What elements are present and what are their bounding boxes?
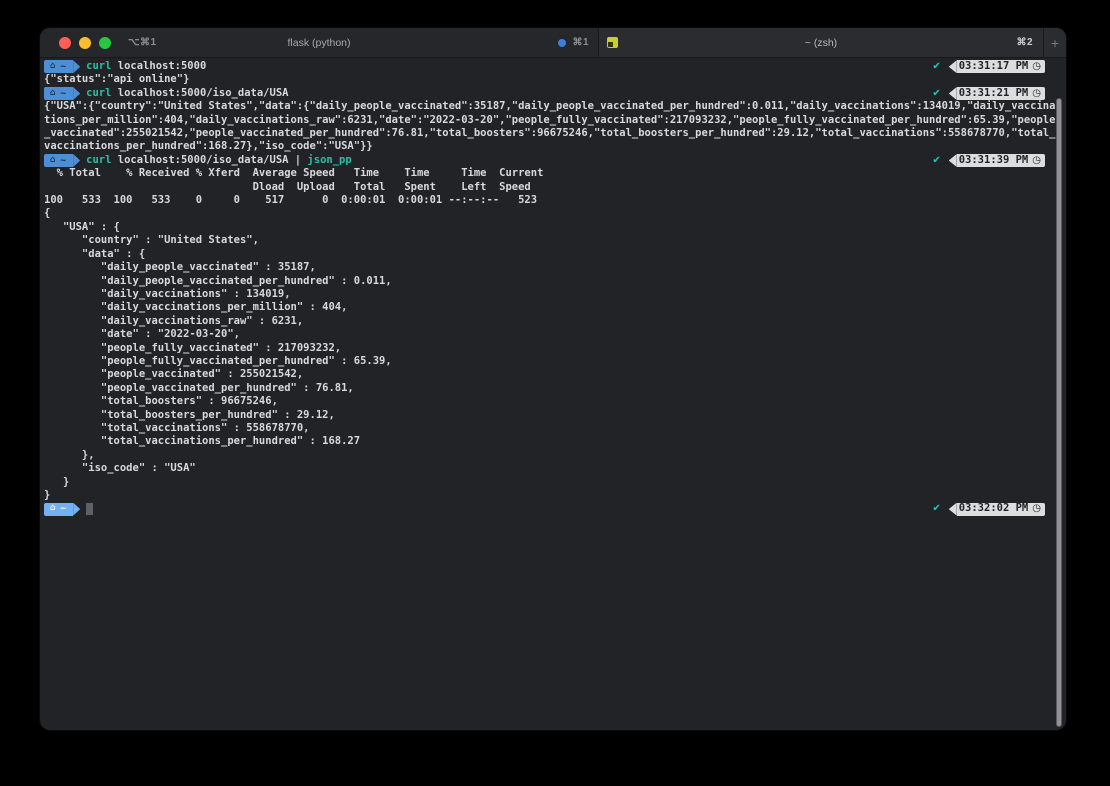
terminal-prompt-line: ⌂~ curl localhost:5000/iso_data/USA | js…	[44, 154, 1066, 167]
prompt-segment: ⌂~	[44, 60, 80, 73]
prompt-segment: ⌂~	[44, 503, 80, 516]
terminal-output-line: 100 533 100 533 0 0 517 0 0:00:01 0:00:0…	[44, 194, 1066, 207]
command-text: curl localhost:5000/iso_data/USA	[86, 87, 288, 100]
home-icon: ⌂	[50, 60, 55, 73]
clock-icon: ◷	[1032, 502, 1041, 515]
command-status: ✔ 03:31:21 PM◷	[932, 87, 1045, 100]
terminal-output-line: "total_boosters" : 96675246,	[44, 395, 1066, 408]
success-check-icon: ✔	[932, 87, 940, 100]
timestamp: 03:32:02 PM	[959, 502, 1029, 515]
powerline-arrow-icon	[73, 154, 80, 167]
tab-flask-shortcut-left: ⌥⌘1	[128, 37, 157, 48]
tab-zsh-title: ~ (zsh)	[599, 37, 1043, 49]
terminal-output-line: {"USA":{"country":"United States","data"…	[44, 100, 1066, 113]
prompt-path: ~	[60, 60, 66, 73]
clock-icon: ◷	[1032, 87, 1041, 100]
powerline-arrow-icon	[949, 503, 957, 516]
terminal-window: ⌥⌘1 flask (python) ⌘1 ~ (zsh) ⌘2 + ⌂~ cu…	[40, 28, 1066, 730]
powerline-arrow-icon	[73, 87, 80, 100]
timestamp: 03:31:17 PM	[959, 60, 1029, 73]
timestamp-segment: 03:32:02 PM◷	[949, 503, 1045, 516]
terminal-output-line: tions_per_million":404,"daily_vaccinatio…	[44, 114, 1066, 127]
prompt-segment: ⌂~	[44, 154, 80, 167]
tab-flask-title: flask (python)	[40, 37, 598, 49]
terminal-output-line: "people_vaccinated" : 255021542,	[44, 368, 1066, 381]
tab-zsh-shortcut: ⌘2	[1016, 37, 1033, 48]
terminal-cursor[interactable]	[86, 503, 93, 515]
success-check-icon: ✔	[932, 60, 940, 73]
timestamp-segment: 03:31:17 PM◷	[949, 60, 1045, 73]
zoom-button[interactable]	[99, 37, 111, 49]
terminal-output-line: "date" : "2022-03-20",	[44, 328, 1066, 341]
terminal-output-line: "total_boosters_per_hundred" : 29.12,	[44, 409, 1066, 422]
prompt-path: ~	[60, 154, 66, 167]
terminal-output-line: "total_vaccinations_per_hundred" : 168.2…	[44, 435, 1066, 448]
terminal-output-line: "total_vaccinations" : 558678770,	[44, 422, 1066, 435]
titlebar: ⌥⌘1 flask (python) ⌘1 ~ (zsh) ⌘2 +	[40, 28, 1066, 58]
terminal-output-line: "country" : "United States",	[44, 234, 1066, 247]
powerline-arrow-icon	[949, 154, 957, 167]
terminal-output-line: }	[44, 476, 1066, 489]
terminal-output-line: "people_vaccinated_per_hundred" : 76.81,	[44, 382, 1066, 395]
prompt-path: ~	[60, 502, 66, 515]
timestamp-segment: 03:31:39 PM◷	[949, 154, 1045, 167]
terminal-current-prompt-line[interactable]: ⌂~ ✔ 03:32:02 PM◷	[44, 502, 1066, 515]
success-check-icon: ✔	[932, 502, 940, 515]
clock-icon: ◷	[1032, 60, 1041, 73]
terminal-output-line: }	[44, 489, 1066, 502]
command-text: curl localhost:5000	[86, 60, 206, 73]
powerline-arrow-icon	[73, 503, 80, 516]
home-icon: ⌂	[50, 87, 55, 100]
terminal-prompt-line: ⌂~ curl localhost:5000/iso_data/USA ✔ 03…	[44, 87, 1066, 100]
traffic-lights	[59, 37, 111, 49]
terminal-output-line: "data" : {	[44, 248, 1066, 261]
command-text: curl localhost:5000/iso_data/USA | json_…	[86, 154, 352, 167]
terminal-output-line: "iso_code" : "USA"	[44, 462, 1066, 475]
timestamp: 03:31:21 PM	[959, 87, 1029, 100]
terminal-output-line: "daily_people_vaccinated" : 35187,	[44, 261, 1066, 274]
terminal-output-line: "daily_vaccinations_raw" : 6231,	[44, 315, 1066, 328]
powerline-arrow-icon	[949, 87, 957, 100]
timestamp: 03:31:39 PM	[959, 154, 1029, 167]
terminal-output-line: % Total % Received % Xferd Average Speed…	[44, 167, 1066, 180]
command-status: ✔ 03:31:17 PM◷	[932, 60, 1045, 73]
terminal-output-line: _vaccinated":255021542,"people_vaccinate…	[44, 127, 1066, 140]
terminal-output-line: "USA" : {	[44, 221, 1066, 234]
terminal-output-line: "daily_vaccinations" : 134019,	[44, 288, 1066, 301]
timestamp-segment: 03:31:21 PM◷	[949, 87, 1045, 100]
terminal-content[interactable]: ⌂~ curl localhost:5000 ✔ 03:31:17 PM◷ {"…	[40, 58, 1066, 730]
command-status: ✔ 03:32:02 PM◷	[932, 502, 1045, 515]
clock-icon: ◷	[1032, 154, 1041, 167]
terminal-output-line: Dload Upload Total Spent Left Speed	[44, 181, 1066, 194]
terminal-output-line: vaccinations_per_hundred":168.27},"iso_c…	[44, 140, 1066, 153]
command-status: ✔ 03:31:39 PM◷	[932, 154, 1045, 167]
terminal-output-line: {	[44, 207, 1066, 220]
success-check-icon: ✔	[932, 154, 940, 167]
terminal-output-line: "people_fully_vaccinated_per_hundred" : …	[44, 355, 1066, 368]
terminal-output-line: "people_fully_vaccinated" : 217093232,	[44, 342, 1066, 355]
tab-zsh[interactable]: ~ (zsh) ⌘2	[599, 28, 1044, 57]
close-button[interactable]	[59, 37, 71, 49]
home-icon: ⌂	[50, 154, 55, 167]
terminal-output-line: "daily_people_vaccinated_per_hundred" : …	[44, 275, 1066, 288]
prompt-segment: ⌂~	[44, 87, 80, 100]
terminal-output-line: "daily_vaccinations_per_million" : 404,	[44, 301, 1066, 314]
tab-activity-dot-icon	[558, 39, 566, 47]
terminal-output-line: {"status":"api online"}	[44, 73, 1066, 86]
prompt-path: ~	[60, 87, 66, 100]
powerline-arrow-icon	[73, 60, 80, 73]
terminal-output-line: },	[44, 449, 1066, 462]
powerline-arrow-icon	[949, 60, 957, 73]
minimize-button[interactable]	[79, 37, 91, 49]
tab-flask[interactable]: ⌥⌘1 flask (python) ⌘1	[40, 28, 599, 57]
zsh-tab-icon	[607, 37, 618, 48]
scrollbar-thumb[interactable]	[1056, 98, 1062, 727]
terminal-prompt-line: ⌂~ curl localhost:5000 ✔ 03:31:17 PM◷	[44, 60, 1066, 73]
new-tab-button[interactable]: +	[1044, 28, 1066, 57]
home-icon: ⌂	[50, 502, 55, 515]
tab-flask-shortcut: ⌘1	[572, 37, 589, 48]
